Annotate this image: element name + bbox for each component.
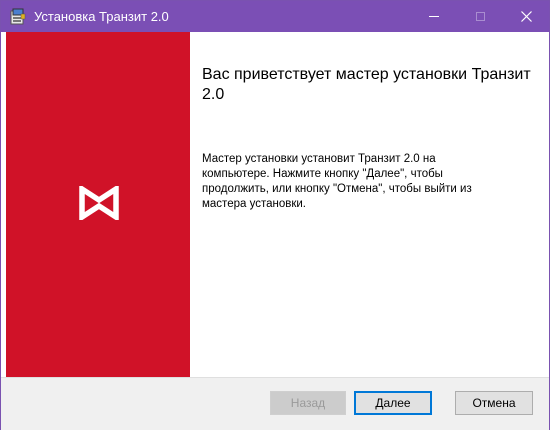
maximize-button[interactable] xyxy=(457,1,503,32)
welcome-description: Мастер установки установит Транзит 2.0 н… xyxy=(202,153,472,210)
wizard-banner xyxy=(6,32,190,377)
welcome-heading: Вас приветствует мастер установки Транзи… xyxy=(202,66,531,103)
close-icon xyxy=(520,11,532,22)
next-button[interactable]: Далее xyxy=(354,391,432,415)
wizard-content: Вас приветствует мастер установки Транзи… xyxy=(190,32,544,377)
maximize-icon xyxy=(475,12,485,21)
title-bar[interactable]: Установка Транзит 2.0 xyxy=(1,1,549,32)
close-button[interactable] xyxy=(503,1,549,32)
back-button[interactable]: Назад xyxy=(270,391,346,415)
minimize-icon xyxy=(429,16,439,17)
installer-icon xyxy=(10,8,26,25)
window-title: Установка Транзит 2.0 xyxy=(34,9,169,24)
button-bar: Назад Далее Отмена xyxy=(1,377,549,430)
minimize-button[interactable] xyxy=(411,1,457,32)
brand-logo-icon xyxy=(79,186,119,220)
installer-window: Установка Транзит 2.0 Вас приветствует м… xyxy=(0,0,550,430)
cancel-button[interactable]: Отмена xyxy=(455,391,533,415)
